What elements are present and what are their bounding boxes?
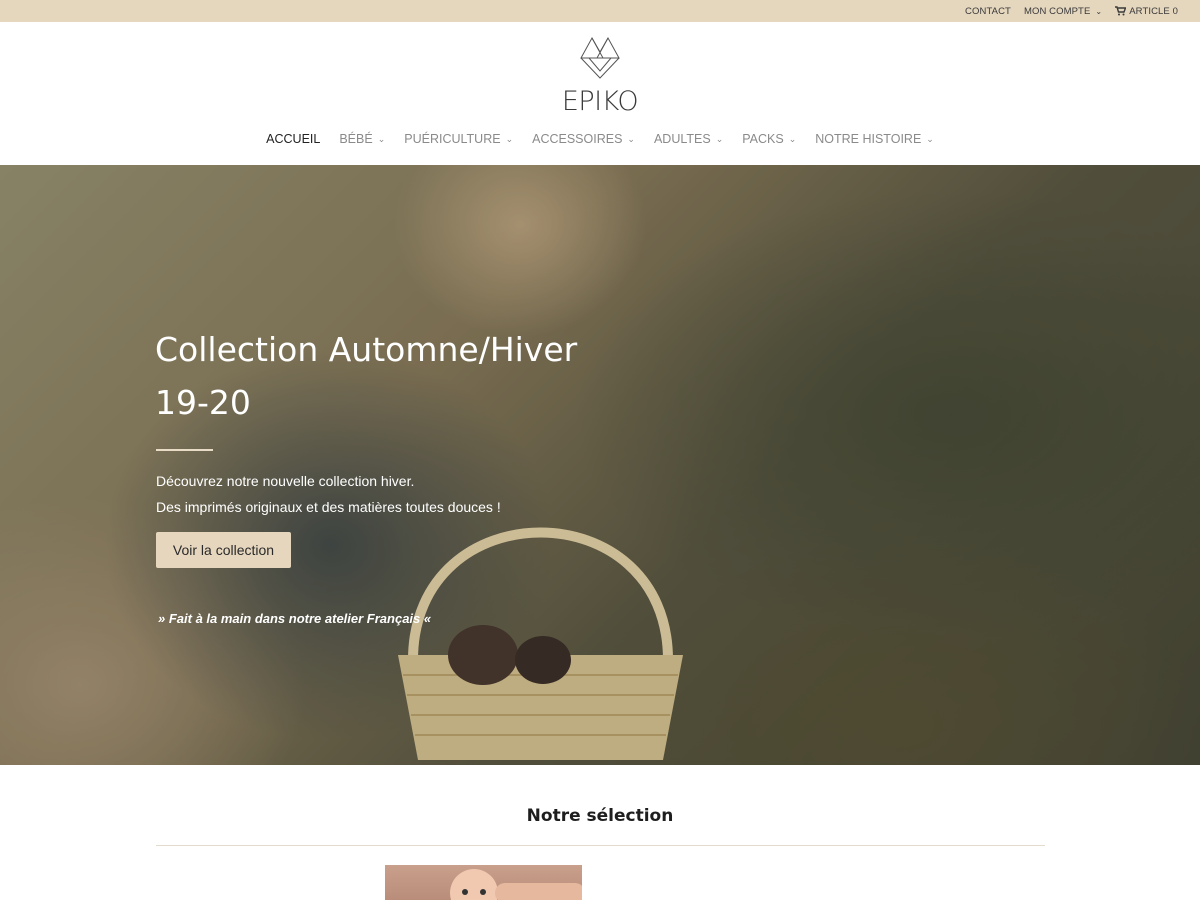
nav-label: NOTRE HISTOIRE [815, 132, 922, 146]
baby-figure [450, 869, 498, 900]
nav-label: PUÉRICULTURE [404, 132, 501, 146]
nav-label: ADULTES [653, 132, 711, 146]
top-links: CONTACT MON COMPTE ⌄ ARTICLE 0 [965, 0, 1178, 22]
chevron-down-icon: ⌄ [627, 133, 635, 144]
top-bar: CONTACT MON COMPTE ⌄ ARTICLE 0 [0, 0, 1200, 22]
eye [462, 889, 468, 895]
chevron-down-icon: ⌄ [1095, 6, 1103, 16]
nav-label: BÉBÉ [339, 132, 373, 146]
chevron-down-icon: ⌄ [788, 133, 797, 144]
cart-label: ARTICLE 0 [1129, 5, 1178, 17]
hero-description: Découvrez notre nouvelle collection hive… [156, 468, 501, 520]
nav-item-accueil[interactable]: ACCUEIL [266, 132, 320, 146]
section-title: Notre sélection [526, 806, 674, 826]
nav-label: ACCESSOIRES [532, 132, 623, 146]
nav-item-notre-histoire[interactable]: NOTRE HISTOIRE ⌄ [815, 132, 934, 146]
chevron-down-icon: ⌄ [377, 133, 386, 144]
nav-item-bebe[interactable]: BÉBÉ ⌄ [339, 132, 385, 146]
brand-name: EPIKO [561, 86, 639, 117]
chevron-down-icon: ⌄ [926, 133, 934, 144]
arm-figure [495, 883, 582, 900]
nav-label: PACKS [742, 132, 784, 146]
hero-title: Collection Automne/Hiver 19-20 [155, 323, 615, 429]
account-label: MON COMPTE [1023, 5, 1091, 17]
hero-title-line1: Collection Automne/Hiver [155, 330, 578, 369]
hero-desc-line1: Découvrez notre nouvelle collection hive… [156, 473, 415, 489]
product-image[interactable] [385, 865, 582, 900]
contact-link[interactable]: CONTACT [965, 6, 1011, 17]
brand-logo[interactable]: EPIKO [560, 36, 640, 120]
cart-icon [1115, 6, 1127, 16]
nav-item-packs[interactable]: PACKS ⌄ [742, 132, 796, 146]
hero-divider [156, 449, 213, 451]
nav-item-accessoires[interactable]: ACCESSOIRES ⌄ [532, 132, 635, 146]
chevron-down-icon: ⌄ [715, 133, 724, 144]
chevron-down-icon: ⌄ [505, 133, 514, 144]
nav-item-puericulture[interactable]: PUÉRICULTURE ⌄ [404, 132, 513, 146]
hero-overlay [0, 165, 1200, 765]
hero-quote: » Fait à la main dans notre atelier Fran… [158, 611, 432, 626]
main-nav: ACCUEIL BÉBÉ ⌄ PUÉRICULTURE ⌄ ACCESSOIRE… [0, 132, 1200, 146]
section-divider [156, 845, 1045, 846]
contact-label: CONTACT [965, 5, 1011, 17]
mountain-logo-icon [580, 36, 620, 79]
hero-desc-line2: Des imprimés originaux et des matières t… [156, 499, 501, 515]
cart-link[interactable]: ARTICLE 0 [1115, 6, 1178, 17]
site-header: EPIKO ACCUEIL BÉBÉ ⌄ PUÉRICULTURE ⌄ ACCE… [0, 22, 1200, 165]
nav-label: ACCUEIL [266, 132, 321, 146]
eye [480, 889, 486, 895]
nav-item-adultes[interactable]: ADULTES ⌄ [654, 132, 723, 146]
hero-title-line2: 19-20 [155, 383, 251, 422]
hero-banner: Collection Automne/Hiver 19-20 Découvrez… [0, 165, 1200, 765]
account-link[interactable]: MON COMPTE ⌄ [1024, 6, 1102, 17]
voir-collection-button[interactable]: Voir la collection [156, 532, 291, 568]
